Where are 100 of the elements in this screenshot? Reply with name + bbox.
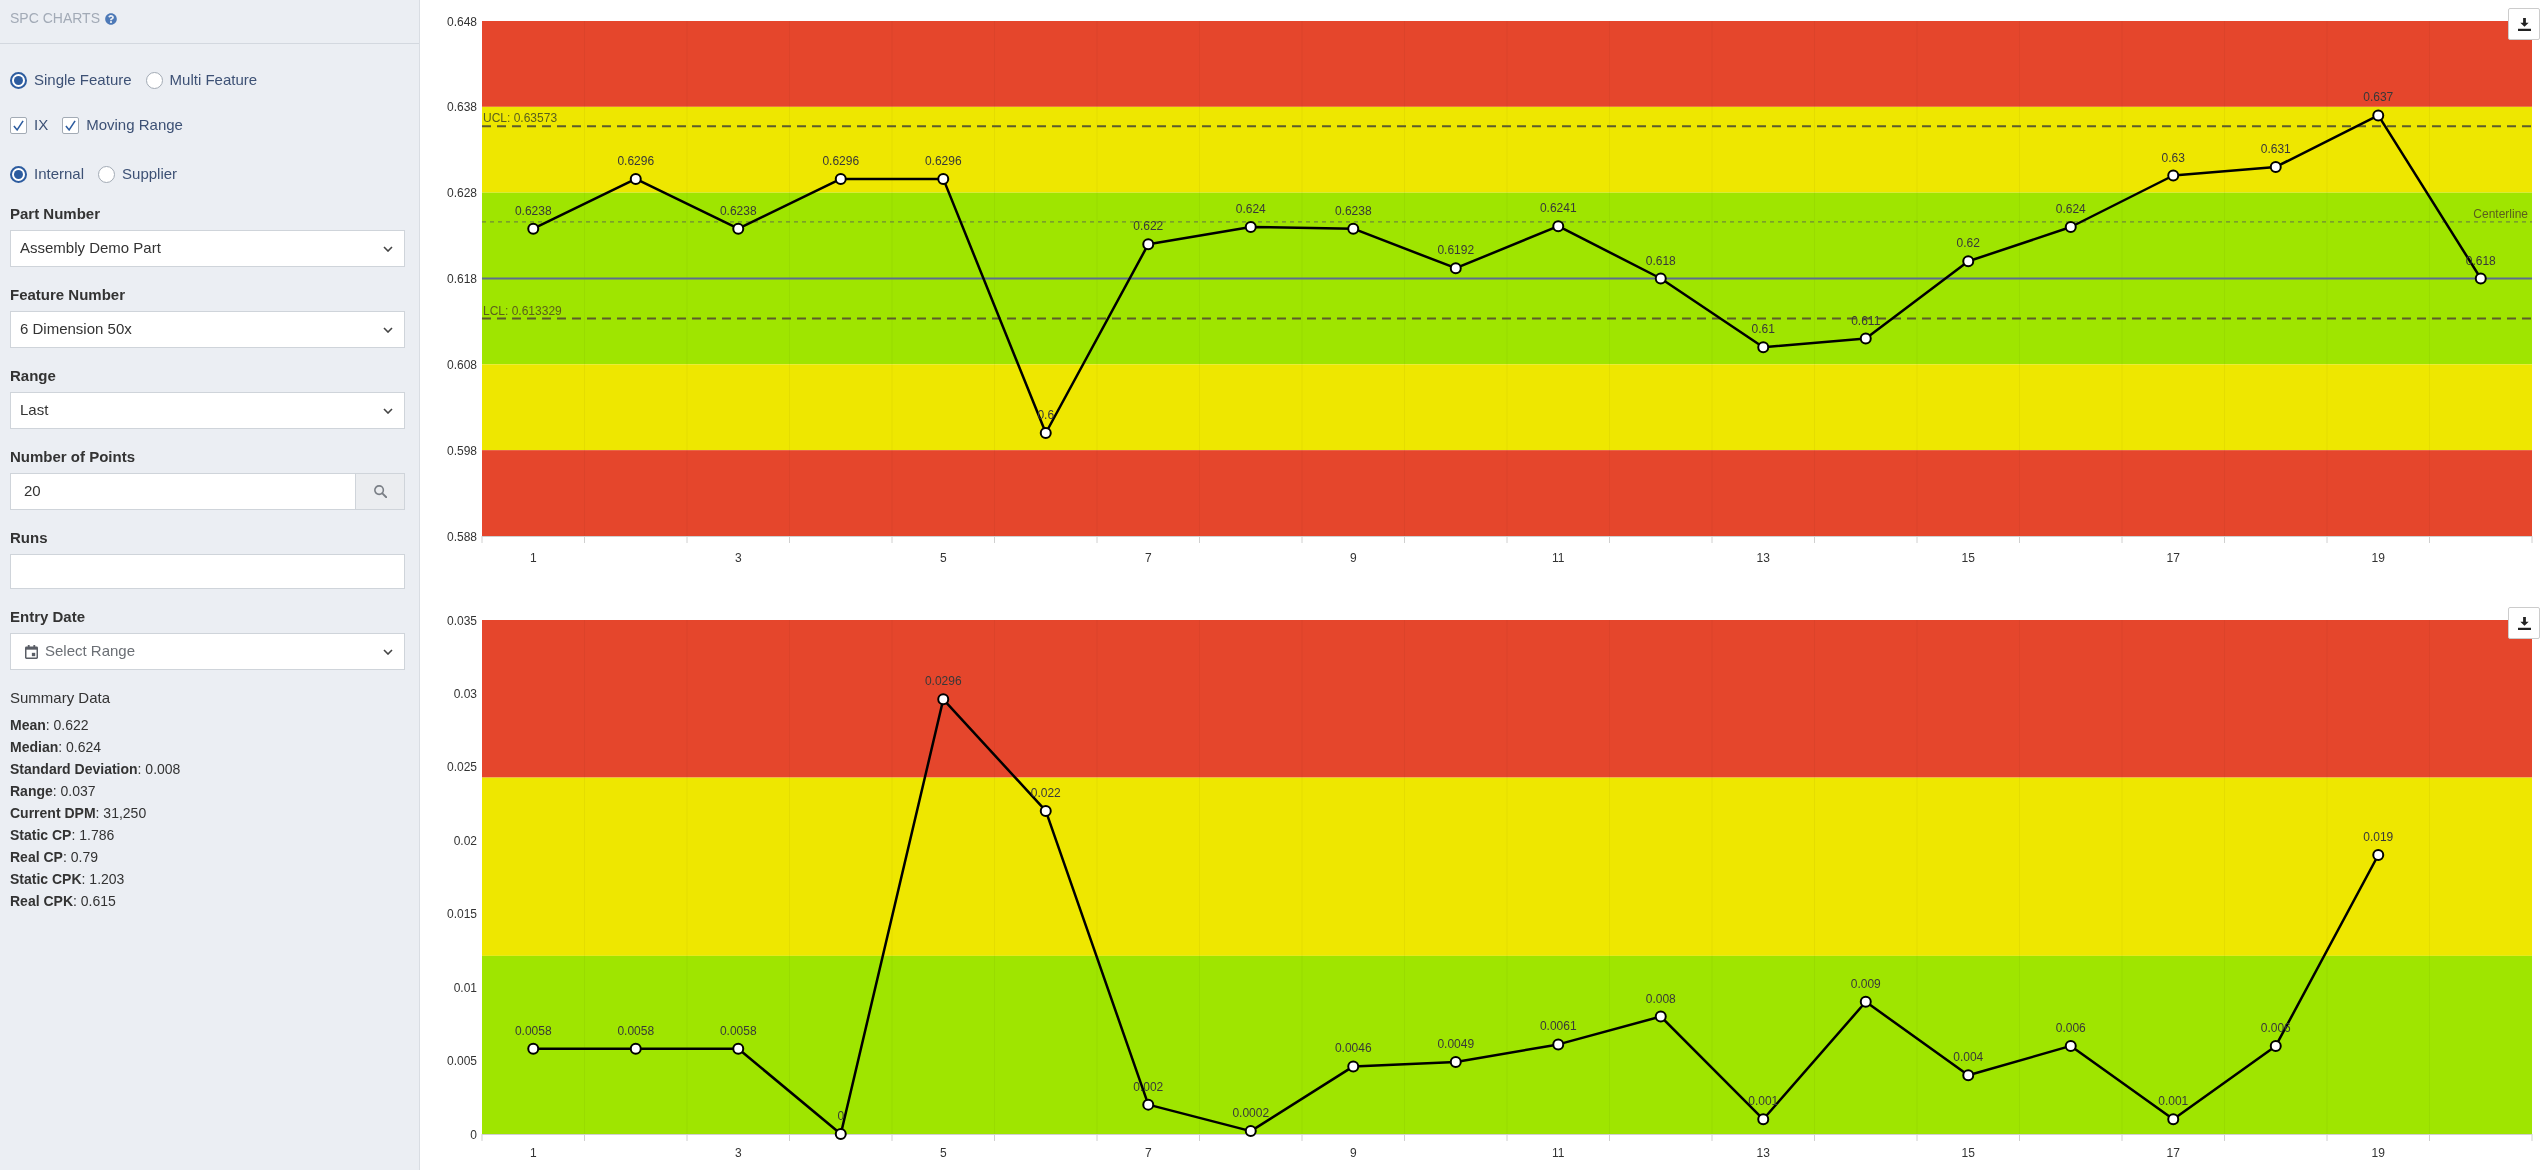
radio-label[interactable]: Supplier bbox=[122, 164, 178, 184]
data-point bbox=[1757, 1113, 1770, 1126]
data-point bbox=[1552, 1038, 1565, 1051]
axis-label: 0.03 bbox=[453, 686, 477, 701]
data-point bbox=[1654, 272, 1667, 285]
axis-label: 7 bbox=[1144, 1146, 1152, 1160]
data-point bbox=[1552, 220, 1565, 233]
data-label: 0.6238 bbox=[719, 203, 757, 218]
data-point bbox=[834, 1128, 847, 1140]
data-point bbox=[629, 172, 642, 185]
dropdown-field[interactable]: 6 Dimension 50x bbox=[10, 311, 405, 348]
data-label: 0.001 bbox=[1748, 1094, 1779, 1109]
input-field[interactable] bbox=[10, 554, 405, 589]
radio-label[interactable]: Single Feature bbox=[34, 70, 132, 90]
axis-label: 0.005 bbox=[446, 1054, 477, 1069]
summary-stat: Static CP: 1.786 bbox=[10, 826, 116, 845]
data-label: 0.009 bbox=[1850, 976, 1881, 991]
axis-label: 3 bbox=[734, 1146, 742, 1160]
field-label: Part Number bbox=[10, 204, 102, 224]
number-input[interactable]: 20 bbox=[10, 473, 356, 510]
chevron-down-icon bbox=[383, 648, 393, 655]
download-button[interactable] bbox=[2508, 607, 2540, 639]
axis-label: 7 bbox=[1144, 551, 1152, 565]
help-icon[interactable] bbox=[105, 12, 117, 25]
radio-button[interactable] bbox=[145, 71, 163, 89]
data-point bbox=[1244, 221, 1257, 233]
download-button[interactable] bbox=[2508, 8, 2540, 40]
checkbox-label[interactable]: IX bbox=[34, 115, 49, 135]
axis-label: 1 bbox=[529, 1146, 537, 1160]
chevron-down-icon bbox=[383, 407, 393, 414]
data-label: 0.008 bbox=[1645, 991, 1676, 1006]
chevron-down-icon bbox=[383, 326, 393, 333]
data-label: 0.0002 bbox=[1232, 1106, 1270, 1121]
data-label: 0.624 bbox=[1235, 202, 1266, 216]
data-point bbox=[937, 693, 950, 706]
axis-label: 0.608 bbox=[446, 357, 477, 372]
data-point bbox=[1347, 1060, 1360, 1073]
data-point bbox=[732, 222, 745, 235]
data-point bbox=[1859, 332, 1872, 345]
axis-label: 0.025 bbox=[446, 760, 477, 775]
field-label: Range bbox=[10, 366, 57, 386]
data-point bbox=[834, 172, 847, 185]
radio-label[interactable]: Multi Feature bbox=[169, 70, 258, 90]
data-point bbox=[732, 1042, 745, 1055]
axis-label: 0 bbox=[470, 1127, 477, 1142]
data-label: 0.6238 bbox=[514, 203, 552, 218]
section-title: Summary Data bbox=[10, 688, 112, 708]
axis-label: 0.648 bbox=[446, 14, 477, 29]
data-point bbox=[527, 222, 540, 235]
axis-label: 0.588 bbox=[446, 529, 477, 544]
data-point bbox=[1449, 262, 1462, 275]
axis-label: 0.02 bbox=[453, 833, 477, 848]
data-label: 0.637 bbox=[2363, 90, 2394, 105]
radio-button[interactable] bbox=[10, 165, 27, 183]
data-label: 0.624 bbox=[2055, 202, 2086, 216]
data-label: 0.006 bbox=[2055, 1020, 2086, 1035]
dropdown-field[interactable]: Assembly Demo Part bbox=[10, 230, 405, 267]
data-point bbox=[1347, 222, 1360, 235]
radio-button[interactable] bbox=[10, 71, 27, 89]
axis-label: 15 bbox=[1961, 551, 1975, 565]
axis-label: 17 bbox=[2166, 1146, 2180, 1160]
axis-label: 15 bbox=[1961, 1146, 1975, 1160]
axis-label: 0.628 bbox=[446, 186, 477, 201]
date-range-field[interactable]: Select Range bbox=[10, 633, 405, 670]
line-label: Centerline bbox=[2473, 206, 2528, 221]
data-label: 0.022 bbox=[1030, 785, 1061, 800]
data-label: 0.6296 bbox=[617, 153, 655, 168]
data-point bbox=[1757, 341, 1770, 354]
field-label: Runs bbox=[10, 528, 49, 548]
field-label: Entry Date bbox=[10, 607, 87, 627]
panel-title: SPC CHARTS bbox=[10, 9, 100, 28]
checkbox[interactable] bbox=[62, 116, 80, 134]
data-point bbox=[1244, 1125, 1257, 1138]
axis-label: 0.015 bbox=[446, 907, 477, 922]
search-button[interactable] bbox=[356, 473, 405, 510]
axis-label: 0.638 bbox=[446, 100, 477, 115]
data-point bbox=[2474, 272, 2487, 285]
data-label: 0.6296 bbox=[822, 153, 860, 168]
axis-label: 11 bbox=[1552, 1146, 1565, 1160]
data-label: 0.0058 bbox=[617, 1023, 655, 1038]
radio-label[interactable]: Internal bbox=[34, 164, 85, 184]
data-label: 0.019 bbox=[2363, 829, 2394, 844]
data-point bbox=[2269, 1039, 2282, 1052]
data-point bbox=[1962, 255, 1975, 268]
dropdown-field[interactable]: Last bbox=[10, 392, 405, 429]
axis-label: 0.618 bbox=[446, 272, 477, 286]
data-point bbox=[2167, 169, 2180, 182]
radio-button[interactable] bbox=[98, 165, 116, 183]
data-point bbox=[2269, 160, 2282, 173]
search-icon bbox=[373, 485, 387, 498]
data-label: 0.62 bbox=[1956, 236, 1980, 251]
line-label: UCL: 0.63573 bbox=[483, 111, 558, 126]
download-icon bbox=[2517, 616, 2531, 630]
axis-label: 19 bbox=[2371, 551, 2385, 565]
checkbox[interactable] bbox=[10, 116, 27, 134]
data-label: 0.0061 bbox=[1539, 1019, 1577, 1034]
calendar-icon bbox=[25, 644, 38, 659]
checkbox-label[interactable]: Moving Range bbox=[86, 115, 183, 135]
summary-stat: Range: 0.037 bbox=[10, 782, 97, 801]
axis-label: 0.035 bbox=[446, 613, 477, 628]
